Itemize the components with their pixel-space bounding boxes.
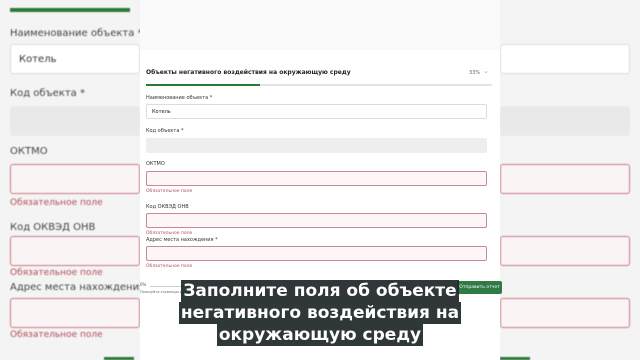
background-code-label: Код объекта * — [10, 88, 85, 99]
object-code-label: Код объекта * — [146, 128, 184, 134]
oktmo-input[interactable] — [146, 171, 487, 186]
caption-line-3: окружающую среду — [216, 324, 424, 346]
background-okved-error: Обязательное поле — [10, 268, 103, 278]
object-code-input[interactable] — [146, 138, 487, 153]
panel-header-area — [140, 0, 500, 50]
object-name-input[interactable] — [146, 104, 487, 119]
chevron-down-icon[interactable]: ⌄ — [483, 67, 489, 75]
background-progress-bar — [10, 8, 130, 12]
background-code-input — [10, 106, 140, 136]
background-name-label: Наименование объекта * — [10, 28, 143, 39]
background-oktmo-label: ОКТМО — [10, 146, 48, 157]
section-progress-percent: 33% — [469, 70, 481, 76]
background-code-input-right — [500, 106, 630, 136]
background-oktmo-error: Обязательное поле — [10, 198, 103, 208]
oktmo-error: Обязательное поле — [146, 189, 193, 194]
address-label: Адрес места нахождения * — [146, 237, 218, 243]
background-name-input: Котель — [10, 44, 140, 74]
okved-label: Код ОКВЭД ОНВ — [146, 204, 189, 210]
background-name-input-right — [500, 44, 630, 74]
object-name-label: Наименование объекта * — [146, 95, 213, 101]
oktmo-label: ОКТМО — [146, 161, 165, 167]
background-okved-input-right — [500, 236, 630, 266]
video-caption: Заполните поля об объекте негативного во… — [0, 280, 640, 346]
section-title[interactable]: Объекты негативного воздействия на окруж… — [146, 69, 351, 76]
background-oktmo-input-right — [500, 164, 630, 194]
background-oktmo-input — [10, 164, 140, 194]
caption-line-2: негативного воздействия на — [178, 302, 462, 324]
section-progress-fill — [146, 84, 260, 86]
okved-error: Обязательное поле — [146, 231, 193, 236]
background-okved-label: Код ОКВЭД ОНВ — [10, 222, 96, 233]
caption-line-1: Заполните поля об объекте — [181, 280, 459, 302]
okved-input[interactable] — [146, 213, 487, 228]
address-input[interactable] — [146, 246, 487, 261]
background-okved-input — [10, 236, 140, 266]
address-error: Обязательное поле — [146, 264, 193, 269]
